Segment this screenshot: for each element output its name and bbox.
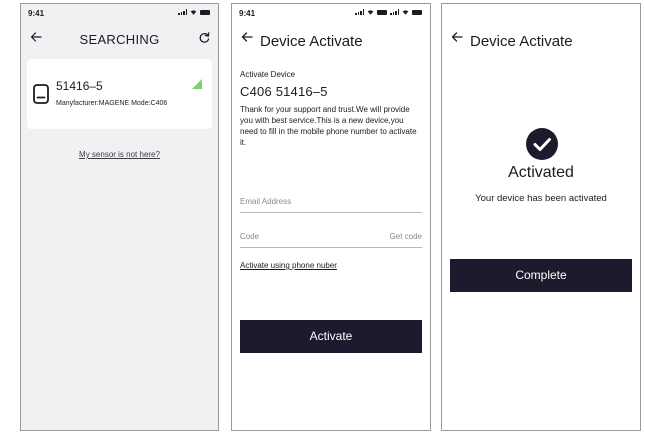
status-bar: 9:41 — [232, 4, 430, 22]
activation-info: Activate Device C406 51416–5 Thank for y… — [240, 70, 422, 148]
activated-screen: Device Activate Activated Your device ha… — [441, 3, 641, 431]
sensor-device-icon — [33, 84, 49, 104]
section-subtitle: Activate Device — [240, 70, 296, 79]
device-name: 51416–5 — [56, 79, 103, 93]
success-check-icon — [526, 128, 558, 160]
status-time: 9:41 — [28, 9, 45, 18]
activate-button[interactable]: Activate — [240, 320, 422, 353]
status-icons — [178, 9, 210, 15]
searching-screen: 9:41 SEARCHING 51416–5 Manyfacturer:MAGE… — [20, 3, 219, 431]
status-icons — [355, 9, 422, 15]
page-title: Device Activate — [470, 33, 573, 50]
battery-icon — [412, 10, 422, 15]
get-code-button[interactable]: Get code — [390, 232, 422, 241]
activate-by-phone-link[interactable]: Activate using phone nuber — [240, 261, 337, 270]
complete-button[interactable]: Complete — [450, 259, 632, 292]
wifi-icon — [190, 10, 197, 15]
header: Device Activate — [442, 24, 640, 52]
device-title: C406 51416–5 — [240, 84, 328, 99]
email-placeholder[interactable]: Email Address — [240, 197, 291, 206]
email-field[interactable]: Email Address — [240, 193, 422, 213]
refresh-icon[interactable] — [198, 31, 211, 44]
back-arrow-icon[interactable] — [450, 30, 464, 44]
sensor-not-here-link[interactable]: My sensor is not here? — [21, 150, 218, 159]
code-placeholder[interactable]: Code — [240, 232, 259, 241]
wifi-icon — [402, 10, 409, 15]
device-list-item[interactable]: 51416–5 Manyfacturer:MAGENE Mode:C406 — [27, 59, 212, 129]
status-time: 9:41 — [239, 9, 256, 18]
cellular-signal-icon — [355, 9, 364, 15]
device-info: Manyfacturer:MAGENE Mode:C406 — [56, 100, 168, 107]
cellular-signal-icon — [178, 9, 187, 15]
header: SEARCHING — [21, 24, 218, 52]
activated-heading: Activated — [508, 164, 574, 181]
device-activate-form-screen: 9:41 Device Activate Activate Device C40… — [231, 3, 431, 431]
signal-strength-icon — [192, 79, 202, 89]
header: Device Activate — [232, 24, 430, 52]
page-title: SEARCHING — [79, 32, 160, 47]
battery-icon — [377, 10, 387, 15]
activated-message: Your device has been activated — [475, 193, 607, 204]
status-bar: 9:41 — [21, 4, 218, 22]
activation-message: Thank for your support and trust.We will… — [240, 105, 417, 147]
cellular-signal-icon — [390, 9, 399, 15]
back-arrow-icon[interactable] — [240, 30, 254, 44]
code-field[interactable]: Code Get code — [240, 228, 422, 248]
battery-icon — [200, 10, 210, 15]
wifi-icon — [367, 10, 374, 15]
page-title: Device Activate — [260, 33, 363, 50]
